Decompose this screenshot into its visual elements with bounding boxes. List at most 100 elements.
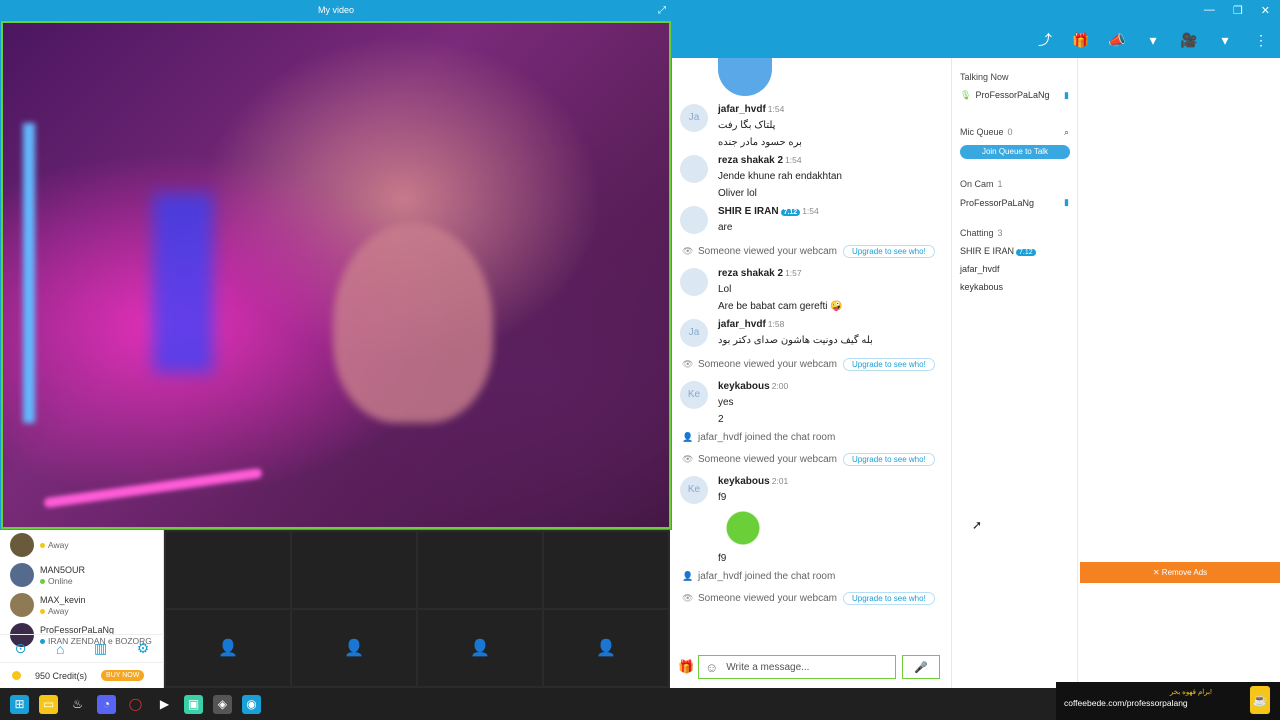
- message-header[interactable]: keykabous 2:00: [718, 381, 951, 392]
- minimize-icon[interactable]: —: [1204, 4, 1215, 17]
- mic-button[interactable]: 🎤: [902, 655, 940, 679]
- avatar: [10, 593, 34, 617]
- chatting-item[interactable]: jafar_hvdf: [960, 264, 1069, 274]
- message-text: f9: [718, 553, 727, 564]
- settings-icon[interactable]: ⚙: [137, 640, 150, 657]
- avatar[interactable]: [680, 155, 708, 183]
- upgrade-button[interactable]: Upgrade to see who!: [842, 357, 935, 371]
- home-icon[interactable]: ⌂: [56, 641, 64, 657]
- paltalk-icon[interactable]: ◉: [242, 694, 261, 714]
- avatar[interactable]: [680, 206, 708, 234]
- empty-cam-slot: [166, 532, 290, 608]
- rank-badge: 7.12: [780, 209, 801, 216]
- eye-icon: 👁: [682, 358, 694, 369]
- message-text: Lol: [718, 284, 732, 295]
- media-icon[interactable]: ▶: [155, 695, 174, 714]
- chat-message: SHIR E IRAN 7.12 1:54 are: [672, 206, 951, 240]
- user-icon: 👤: [682, 570, 694, 581]
- gift-icon[interactable]: 🎁: [678, 659, 698, 675]
- chat-panel: Ja jafar_hvdf 1:54 پلتاک بگا رفت بره حسود ما…: [672, 58, 952, 688]
- restore-icon[interactable]: ❐: [1233, 4, 1243, 17]
- join-queue-button[interactable]: Join Queue to Talk: [960, 145, 1070, 159]
- emoji-icon[interactable]: ☺: [705, 660, 718, 675]
- windows-icon[interactable]: ⊞: [10, 694, 29, 714]
- on-cam-item[interactable]: ProFessorPaLaNg ▮: [960, 197, 1069, 208]
- paltalk-icon[interactable]: ◈: [213, 694, 232, 714]
- upgrade-button[interactable]: Upgrade to see who!: [842, 452, 935, 466]
- chatting-item[interactable]: SHIR E IRAN 7.12: [960, 246, 1069, 256]
- opera-icon[interactable]: ◯: [126, 695, 145, 714]
- left-nav: ⊙ ⌂ ▥ ⚙: [0, 634, 164, 662]
- message-header[interactable]: keykabous 2:01: [718, 476, 951, 487]
- mouse-cursor-icon: ➚: [972, 518, 983, 532]
- message-header[interactable]: jafar_hvdf 1:58: [718, 319, 951, 330]
- avatar: [10, 533, 34, 557]
- cam-grid: 👤 👤 👤 👤: [164, 530, 670, 688]
- compass-icon[interactable]: ⊙: [15, 640, 27, 657]
- chat-message: Ke keykabous 2:01 f9 f9: [672, 476, 951, 565]
- list-item[interactable]: Away: [0, 530, 163, 560]
- message-text: بره حسود مادر جنده: [718, 137, 802, 148]
- message-header[interactable]: reza shakak 2 1:57: [718, 268, 951, 279]
- message-text: 2: [718, 414, 724, 425]
- chat-message: reza shakak 2 1:57 Lol Are be babat cam ger…: [672, 268, 951, 313]
- chat-message: Ja jafar_hvdf 1:58 بله گیف دونیت هاشون صدای…: [672, 319, 951, 353]
- folder-icon[interactable]: ▭: [39, 694, 58, 714]
- message-text: Oliver lol: [718, 188, 757, 199]
- credits-label: 950 Credit(s): [35, 670, 88, 681]
- avatar[interactable]: [680, 268, 708, 296]
- talker-item[interactable]: 🎙 ProFessorPaLaNg ▮: [960, 90, 1069, 101]
- chatting-item[interactable]: keykabous: [960, 282, 1069, 292]
- megaphone-icon[interactable]: 📣: [1108, 32, 1126, 49]
- share-icon[interactable]: ⤴: [1036, 30, 1054, 50]
- upgrade-button[interactable]: Upgrade to see who!: [842, 244, 935, 258]
- avatar[interactable]: Ja: [680, 319, 708, 347]
- dropdown-icon[interactable]: ▾: [1144, 32, 1162, 49]
- remove-ads-button[interactable]: ✕ Remove Ads: [1080, 562, 1280, 583]
- user-icon: 👤: [682, 431, 694, 442]
- dropdown-icon[interactable]: ▾: [1216, 32, 1234, 49]
- message-header[interactable]: jafar_hvdf 1:54: [718, 104, 951, 115]
- user-placeholder-icon: 👤: [418, 610, 542, 686]
- message-text: yes: [718, 397, 734, 408]
- empty-cam-slot: [292, 532, 416, 608]
- message-text: f9: [718, 492, 727, 503]
- empty-cam-slot: [544, 532, 668, 608]
- chat-message: reza shakak 2 1:54 Jende khune rah endakht…: [672, 155, 951, 200]
- message-list: Ja jafar_hvdf 1:54 پلتاک بگا رفت بره حسود ما…: [672, 104, 951, 609]
- message-header[interactable]: reza shakak 2 1:54: [718, 155, 951, 166]
- chat-message: Ke keykabous 2:00 yes 2: [672, 381, 951, 426]
- avatar[interactable]: Ke: [680, 476, 708, 504]
- list-item[interactable]: MAN5OUR Online: [0, 560, 163, 590]
- coin-icon: [12, 671, 21, 680]
- message-header[interactable]: SHIR E IRAN 7.12 1:54: [718, 206, 951, 217]
- close-icon[interactable]: ✕: [1261, 4, 1270, 17]
- on-cam-heading: On Cam 1: [960, 179, 1003, 189]
- chart-icon[interactable]: ▥: [94, 640, 107, 657]
- eye-icon: 👁: [682, 453, 694, 464]
- discord-icon[interactable]: ◔: [97, 694, 116, 714]
- message-text: are: [718, 222, 733, 233]
- more-icon[interactable]: ⋮: [1252, 32, 1270, 49]
- webcam-view-notice: 👁 Someone viewed your webcam Upgrade to se…: [672, 587, 951, 609]
- message-text: بله گیف دونیت هاشون صدای دکتر بود: [718, 335, 873, 346]
- promo-banner[interactable]: برام قهوه بخر! coffeebede.com/professorp…: [1056, 682, 1280, 720]
- avatar[interactable]: Ja: [680, 104, 708, 132]
- message-input[interactable]: ☺ Write a message...: [698, 655, 896, 679]
- avatar: [10, 563, 34, 587]
- app-icon[interactable]: ▣: [184, 694, 203, 714]
- chat-message: Ja jafar_hvdf 1:54 پلتاک بگا رفت بره حسود ما…: [672, 104, 951, 149]
- camera-icon[interactable]: 🎥: [1180, 32, 1198, 49]
- room-sidebar: Talking Now 🎙 ProFessorPaLaNg ▮ Mic Queue 0…: [952, 58, 1078, 688]
- gift-icon[interactable]: 🎁: [1072, 32, 1090, 49]
- join-notice: 👤 jafar_hvdf joined the chat room: [682, 570, 836, 582]
- avatar[interactable]: Ke: [680, 381, 708, 409]
- list-item[interactable]: MAX_kevin Away: [0, 590, 163, 620]
- expand-icon[interactable]: ⤢: [658, 5, 666, 16]
- steam-icon[interactable]: ♨: [68, 695, 87, 714]
- mic-icon: 🎙: [960, 90, 972, 100]
- coffee-cup-icon: ☕: [1250, 686, 1270, 714]
- upgrade-button[interactable]: Upgrade to see who!: [842, 591, 935, 605]
- buy-now-button[interactable]: BUY NOW: [101, 670, 145, 681]
- video-window[interactable]: My video ⤢: [0, 0, 672, 530]
